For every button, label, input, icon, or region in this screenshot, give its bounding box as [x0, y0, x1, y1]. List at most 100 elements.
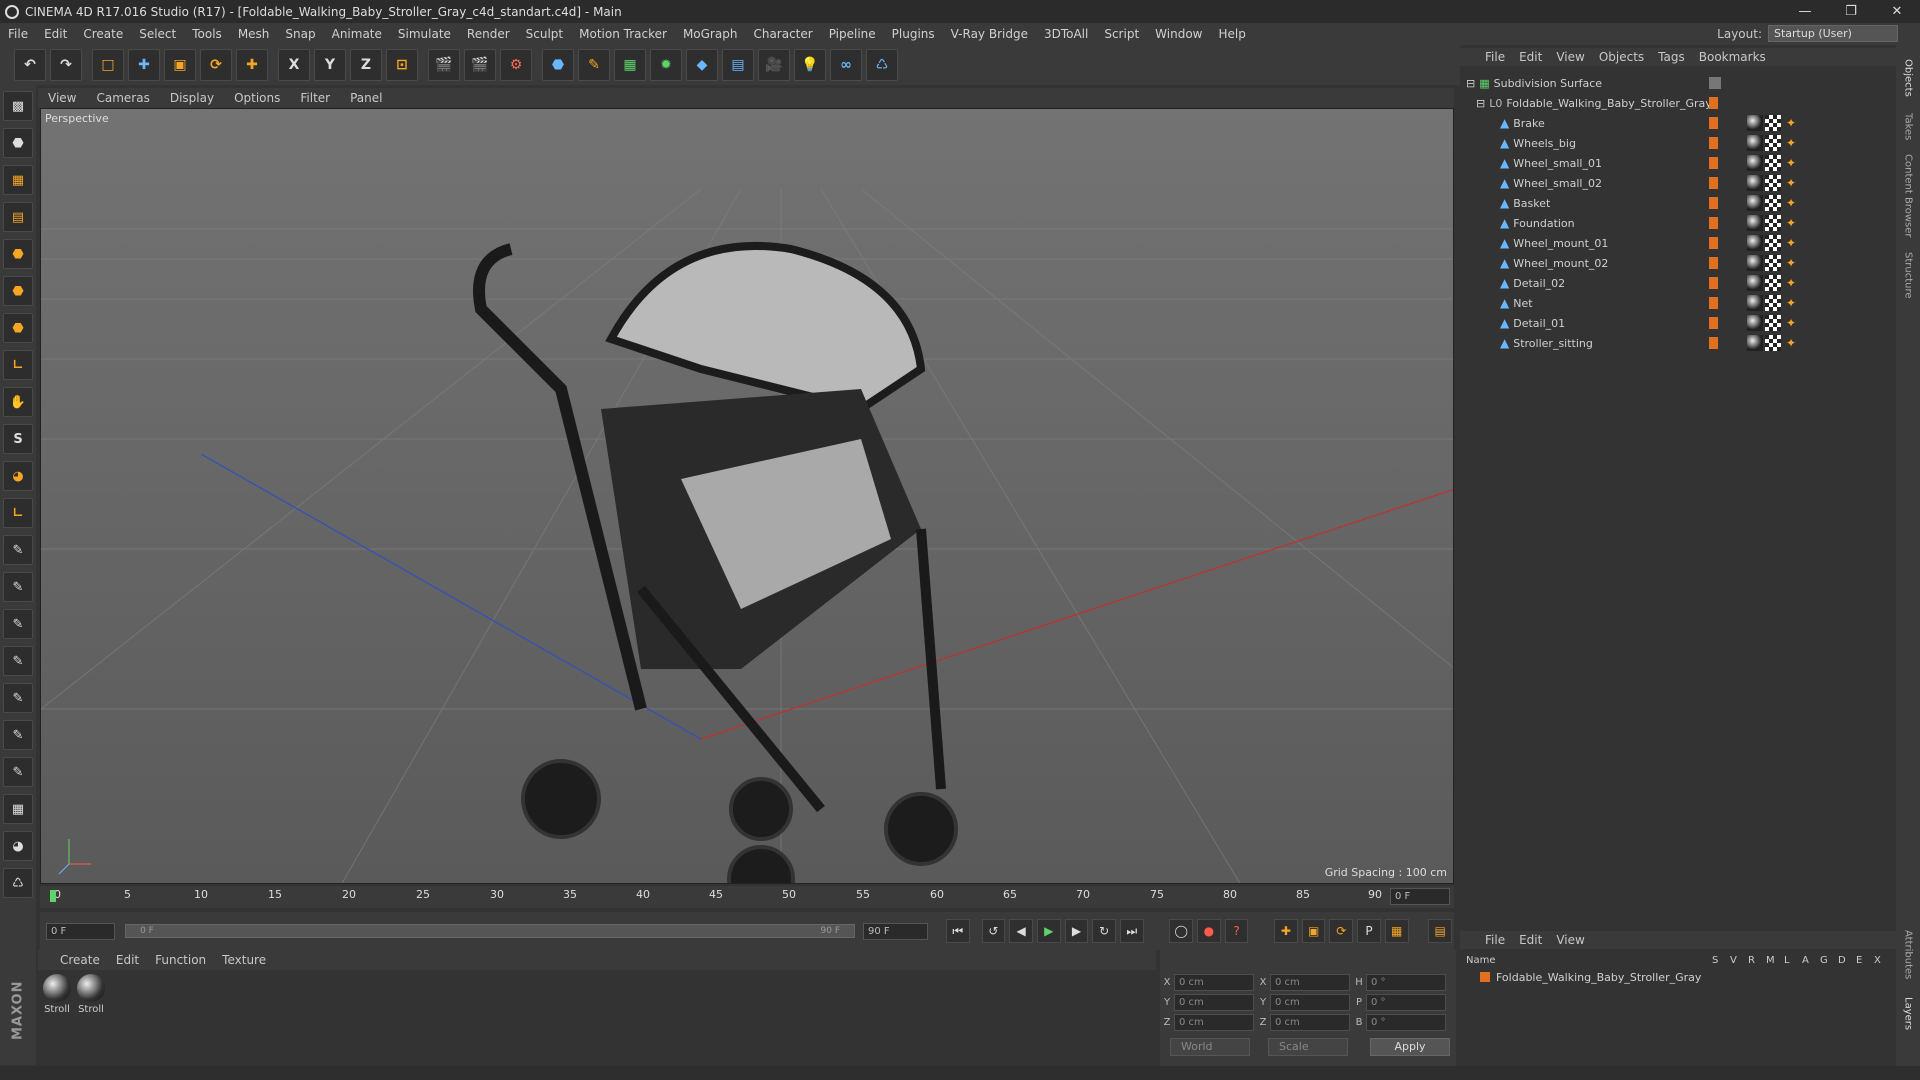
size-x-field[interactable]: 0 cm	[1270, 974, 1350, 991]
move-icon[interactable]: ✚	[128, 49, 160, 81]
deformer-icon[interactable]: ◆	[686, 49, 718, 81]
y-axis-toggle[interactable]: Y	[314, 49, 346, 81]
menu-window[interactable]: Window	[1147, 27, 1210, 41]
material-tag-icon[interactable]	[1747, 255, 1763, 271]
material-swatch[interactable]: Stroll	[42, 974, 72, 1015]
z-axis-toggle[interactable]: Z	[350, 49, 382, 81]
material-tag-icon[interactable]	[1747, 235, 1763, 251]
phong-tag-icon[interactable]: ✦	[1783, 115, 1799, 131]
layer-color-icon[interactable]	[1709, 157, 1718, 169]
layer-color-icon[interactable]	[1709, 297, 1718, 309]
layer-color-icon[interactable]	[1709, 337, 1718, 349]
material-tag-icon[interactable]	[1747, 295, 1763, 311]
live-selection-icon[interactable]: □	[92, 49, 124, 81]
obj-menu-bookmarks[interactable]: Bookmarks	[1692, 50, 1773, 64]
timeline-ruler[interactable]: 0 5 10 15 20 25 30 35 40 45 50 55 60 65 …	[40, 886, 1454, 908]
material-tag-icon[interactable]	[1747, 135, 1763, 151]
mat-menu-texture[interactable]: Texture	[214, 953, 274, 967]
tree-row-stroller-group[interactable]: ⊟ L0 Foldable_Walking_Baby_Stroller_Gray	[1460, 93, 1896, 113]
key-param-icon[interactable]: P	[1357, 919, 1381, 943]
uvw-tag-icon[interactable]	[1765, 275, 1781, 291]
tab-takes[interactable]: Takes	[1898, 107, 1918, 147]
material-tag-icon[interactable]	[1747, 115, 1763, 131]
phong-tag-icon[interactable]: ✦	[1783, 315, 1799, 331]
menu-help[interactable]: Help	[1210, 27, 1253, 41]
layer-color-icon[interactable]	[1709, 237, 1718, 249]
tweak-icon[interactable]: ✋	[3, 387, 33, 417]
coordinate-mode-select[interactable]: World	[1170, 1038, 1250, 1056]
cloner-icon[interactable]: ✹	[650, 49, 682, 81]
stroller-model[interactable]	[473, 242, 958, 884]
tab-layers[interactable]: Layers	[1898, 989, 1918, 1039]
menu-motion-tracker[interactable]: Motion Tracker	[571, 27, 675, 41]
checkerboard-icon[interactable]: ▦	[3, 794, 33, 824]
layer-color-icon[interactable]	[1480, 972, 1490, 982]
current-frame-field[interactable]: 0 F	[1390, 888, 1450, 905]
uvw-tag-icon[interactable]	[1765, 335, 1781, 351]
camera-icon[interactable]: 🎥	[758, 49, 790, 81]
rot-p-field[interactable]: 0 °	[1366, 994, 1446, 1011]
tab-attributes[interactable]: Attributes	[1898, 925, 1918, 985]
menu-script[interactable]: Script	[1096, 27, 1147, 41]
expand-icon[interactable]: ⊟	[1466, 77, 1475, 90]
uvw-tag-icon[interactable]	[1765, 135, 1781, 151]
python-icon[interactable]: ♺	[866, 49, 898, 81]
layer-color-icon[interactable]	[1709, 257, 1718, 269]
menu-mograph[interactable]: MoGraph	[675, 27, 746, 41]
tree-row-object[interactable]: ▲ Brake ✦	[1460, 113, 1896, 133]
pen-spline-icon[interactable]: ✎	[578, 49, 610, 81]
material-tag-icon[interactable]	[1747, 275, 1763, 291]
menu-animate[interactable]: Animate	[324, 27, 390, 41]
goto-start-icon[interactable]: ⏮	[945, 919, 970, 943]
tree-row-object[interactable]: ▲ Wheel_mount_02 ✦	[1460, 253, 1896, 273]
phong-tag-icon[interactable]: ✦	[1783, 275, 1799, 291]
pos-z-field[interactable]: 0 cm	[1174, 1014, 1254, 1031]
step-forward-icon[interactable]: ▶	[1064, 919, 1089, 943]
layer-color-icon[interactable]	[1709, 197, 1718, 209]
material-tag-icon[interactable]	[1747, 175, 1763, 191]
layer-menu-view[interactable]: View	[1549, 933, 1591, 947]
uvw-tag-icon[interactable]	[1765, 115, 1781, 131]
record-icon[interactable]: ●	[1197, 919, 1221, 943]
menu-pipeline[interactable]: Pipeline	[821, 27, 884, 41]
sculpt-inflate-icon[interactable]: ✎	[3, 683, 33, 713]
menu-create[interactable]: Create	[75, 27, 131, 41]
material-tag-icon[interactable]	[1747, 155, 1763, 171]
layer-color-icon[interactable]	[1709, 137, 1718, 149]
goto-prev-key-icon[interactable]: ↺	[981, 919, 1006, 943]
obj-menu-objects[interactable]: Objects	[1592, 50, 1651, 64]
expand-icon[interactable]: ⊟	[1476, 97, 1485, 110]
magnet-icon[interactable]: ◕	[3, 461, 33, 491]
tree-row-object[interactable]: ▲ Detail_01 ✦	[1460, 313, 1896, 333]
uvw-tag-icon[interactable]	[1765, 215, 1781, 231]
layer-menu-edit[interactable]: Edit	[1512, 933, 1549, 947]
start-frame-field[interactable]: 0 F	[46, 922, 116, 940]
menu-select[interactable]: Select	[131, 27, 184, 41]
menu-plugins[interactable]: Plugins	[884, 27, 943, 41]
sculpt-flatten-icon[interactable]: ✎	[3, 646, 33, 676]
render-settings-icon[interactable]: ⚙	[500, 49, 532, 81]
subdivision-surface-icon[interactable]: ▦	[614, 49, 646, 81]
keyframe-icon[interactable]: ◯	[1169, 919, 1194, 943]
render-view-icon[interactable]: 🎬	[428, 49, 460, 81]
autokey-icon[interactable]: ?	[1224, 919, 1249, 943]
menu-tools[interactable]: Tools	[184, 27, 230, 41]
menu-snap[interactable]: Snap	[277, 27, 323, 41]
apply-button[interactable]: Apply	[1370, 1038, 1450, 1056]
uvw-tag-icon[interactable]	[1765, 175, 1781, 191]
recent-tools-icon[interactable]: ✚	[236, 49, 268, 81]
scale-icon[interactable]: ▣	[164, 49, 196, 81]
mat-menu-create[interactable]: Create	[52, 953, 108, 967]
points-mode-icon[interactable]: ⬣	[3, 239, 33, 269]
magnet-tool-icon[interactable]: ◕	[3, 831, 33, 861]
key-scale-icon[interactable]: ▣	[1301, 919, 1326, 943]
uvw-tag-icon[interactable]	[1765, 315, 1781, 331]
rotate-icon[interactable]: ⟳	[200, 49, 232, 81]
phong-tag-icon[interactable]: ✦	[1783, 195, 1799, 211]
layer-color-icon[interactable]	[1709, 177, 1718, 189]
timeline-view-icon[interactable]: ▤	[1428, 919, 1452, 943]
obj-menu-edit[interactable]: Edit	[1512, 50, 1549, 64]
phong-tag-icon[interactable]: ✦	[1783, 215, 1799, 231]
play-icon[interactable]: ▶	[1036, 919, 1061, 943]
menu-simulate[interactable]: Simulate	[390, 27, 459, 41]
